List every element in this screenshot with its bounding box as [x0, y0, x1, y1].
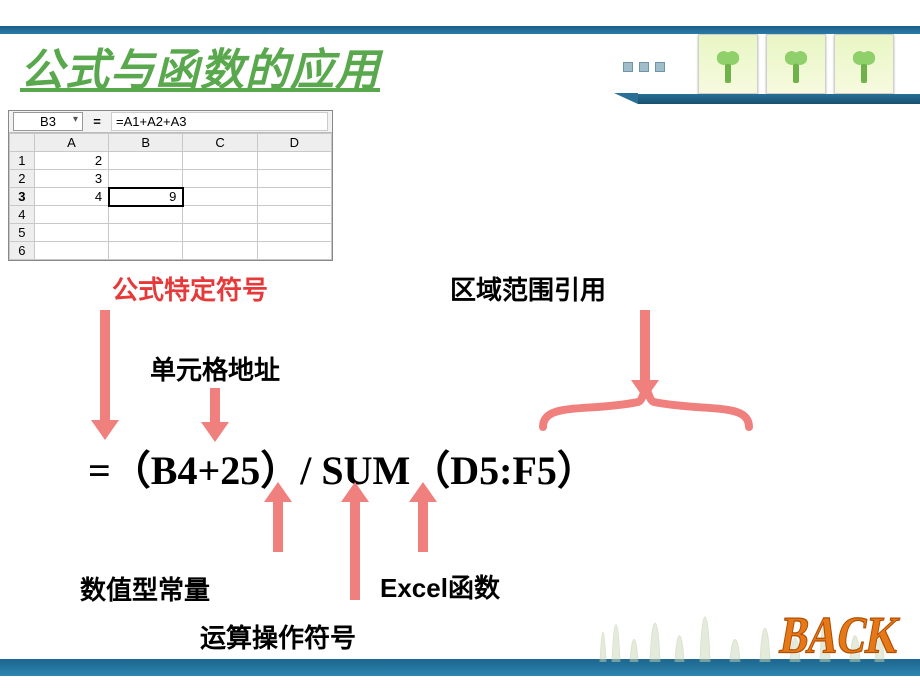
col-header: B [109, 134, 183, 152]
decor-thumb-3 [834, 34, 894, 94]
arrow-formula-symbol [100, 310, 110, 422]
col-header: C [183, 134, 257, 152]
table-row: 5 [10, 224, 332, 242]
label-formula-symbol: 公式特定符号 [112, 270, 268, 307]
table-row: 23 [10, 170, 332, 188]
excel-screenshot: B3 = =A1+A2+A3 A B C D 12 23 349 4 5 6 [8, 110, 333, 261]
col-header: D [257, 134, 331, 152]
selected-cell: 9 [109, 188, 183, 206]
arrow-operator [350, 500, 360, 600]
excel-formula-bar: =A1+A2+A3 [111, 112, 328, 131]
back-button[interactable]: BACK [775, 606, 903, 666]
table-row: 12 [10, 152, 332, 170]
decor-thumb-2 [766, 34, 826, 94]
slide-title: 公式与函数的应用 [20, 34, 380, 98]
label-range-ref: 区域范围引用 [450, 270, 606, 307]
arrow-range-ref [640, 310, 650, 382]
slide: 公式与函数的应用 B3 = =A1+A2+A3 A B C D 12 23 34… [0, 0, 920, 690]
excel-grid: A B C D 12 23 349 4 5 6 [9, 133, 332, 260]
label-excel-func: Excel函数 [380, 568, 500, 605]
label-operator: 运算操作符号 [200, 618, 356, 655]
col-header: A [34, 134, 108, 152]
table-row: 4 [10, 206, 332, 224]
arrow-cell-addr [210, 388, 220, 424]
decor-thumb-1 [698, 34, 758, 94]
excel-namebox: B3 [13, 112, 83, 131]
range-brace [538, 382, 754, 432]
decor-bar [638, 94, 920, 104]
decor-dots [623, 62, 665, 72]
table-row: 349 [10, 188, 332, 206]
label-cell-addr: 单元格地址 [150, 350, 280, 387]
excel-equals-icon: = [87, 114, 107, 129]
table-row: 6 [10, 242, 332, 260]
label-numeric-const: 数值型常量 [80, 570, 210, 607]
top-band [0, 26, 920, 34]
excel-formula-bar-row: B3 = =A1+A2+A3 [9, 111, 332, 133]
arrow-numeric-const [273, 500, 283, 552]
arrow-excel-func [418, 500, 428, 552]
